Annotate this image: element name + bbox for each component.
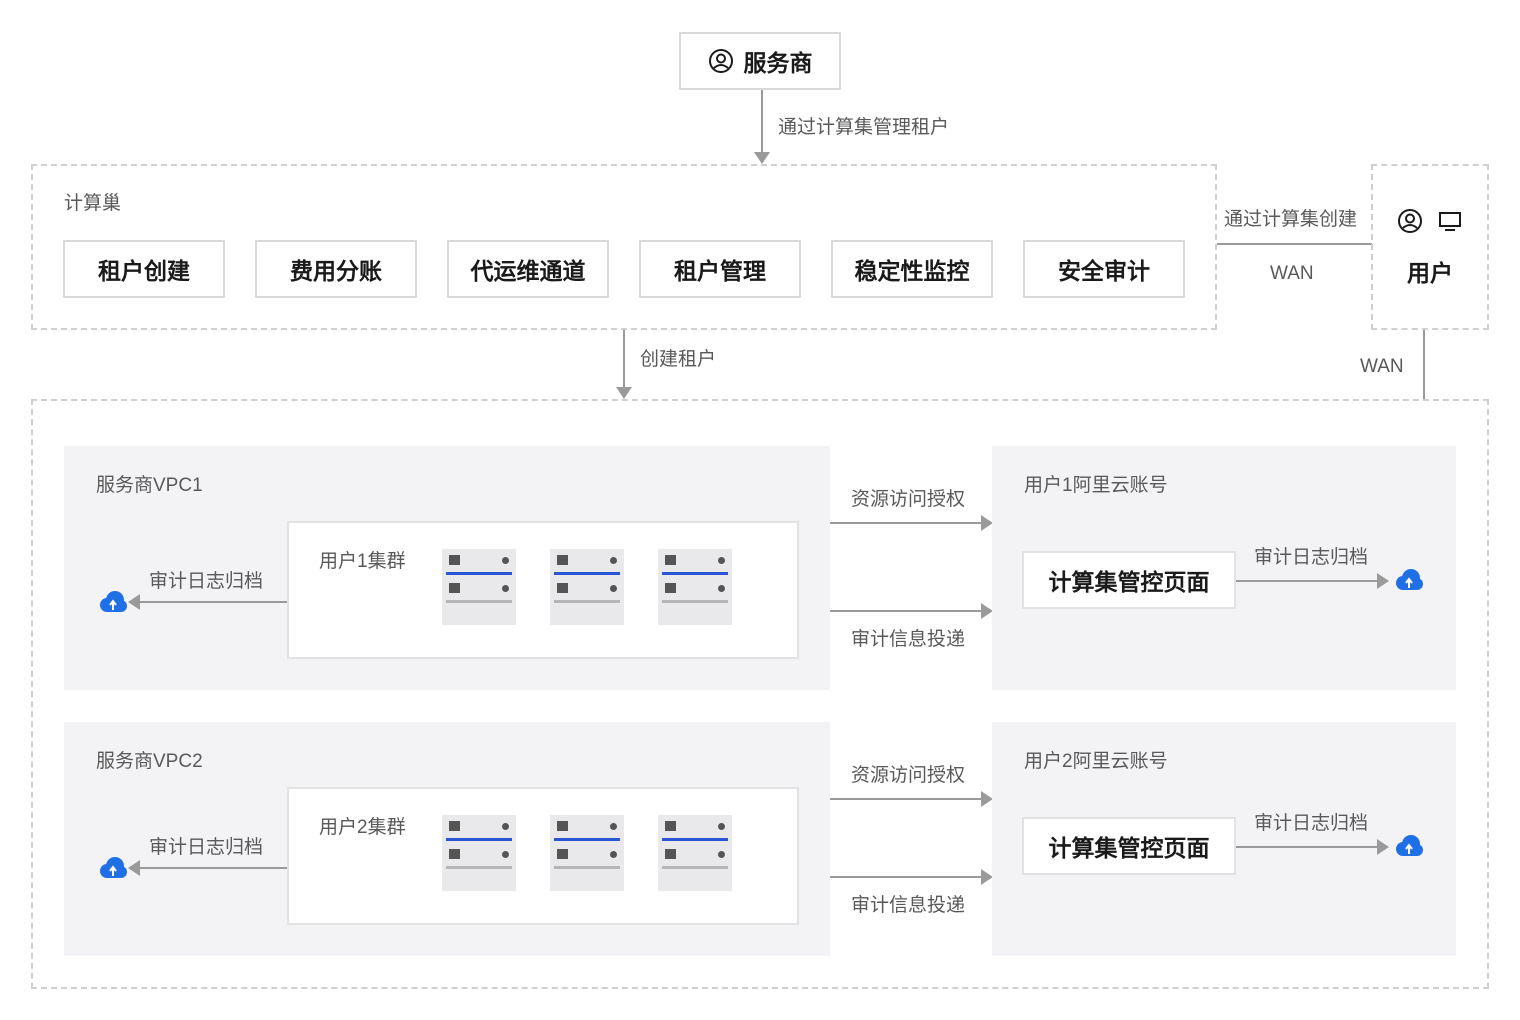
audit-archive-right-label: 审计日志归档 bbox=[1254, 547, 1369, 568]
audit-delivery-arrow bbox=[830, 610, 982, 612]
arrow-create-tenant bbox=[623, 330, 625, 388]
console-label: 计算集管控页面 bbox=[1048, 835, 1210, 861]
console-label: 计算集管控页面 bbox=[1048, 569, 1210, 595]
cloud-upload-icon bbox=[1394, 568, 1424, 592]
arrow-head-down bbox=[754, 152, 770, 164]
feature-label: 租户管理 bbox=[674, 258, 766, 284]
wan-label-vertical: WAN bbox=[1360, 356, 1404, 377]
audit-archive-right-arrow bbox=[1236, 846, 1378, 848]
resource-auth-label: 资源访问授权 bbox=[851, 489, 966, 510]
arrow-head-left bbox=[128, 860, 140, 876]
create-tenant-label: 创建租户 bbox=[640, 349, 717, 370]
user-box bbox=[1371, 164, 1489, 330]
server-icon bbox=[550, 549, 624, 625]
server-icon bbox=[550, 815, 624, 891]
console-page-box: 计算集管控页面 bbox=[1022, 817, 1236, 875]
feature-label: 租户创建 bbox=[98, 258, 190, 284]
console-page-box: 计算集管控页面 bbox=[1022, 551, 1236, 609]
audit-delivery-arrow bbox=[830, 876, 982, 878]
manage-tenants-label: 通过计算集管理租户 bbox=[778, 117, 950, 138]
audit-archive-left-arrow bbox=[138, 601, 287, 603]
create-via-nest-label: 通过计算集创建 bbox=[1224, 209, 1358, 230]
server-icon bbox=[442, 549, 516, 625]
cluster-label: 用户2集群 bbox=[319, 817, 406, 838]
monitor-icon bbox=[1438, 210, 1462, 232]
feature-stability-monitor: 稳定性监控 bbox=[831, 240, 993, 298]
provider-box: 服务商 bbox=[679, 32, 841, 90]
feature-label: 费用分账 bbox=[290, 258, 382, 284]
feature-label: 安全审计 bbox=[1058, 258, 1150, 284]
server-icon bbox=[658, 549, 732, 625]
arrow-head-right bbox=[1377, 573, 1389, 589]
audit-delivery-label: 审计信息投递 bbox=[851, 895, 966, 916]
feature-ops-channel: 代运维通道 bbox=[447, 240, 609, 298]
server-icon bbox=[658, 815, 732, 891]
audit-archive-right-label: 审计日志归档 bbox=[1254, 813, 1369, 834]
audit-archive-right-arrow bbox=[1236, 580, 1378, 582]
arrow-head-left bbox=[128, 594, 140, 610]
feature-billing-split: 费用分账 bbox=[255, 240, 417, 298]
feature-tenant-create: 租户创建 bbox=[63, 240, 225, 298]
provider-label: 服务商 bbox=[743, 50, 813, 76]
server-icon bbox=[442, 815, 516, 891]
account-label: 用户1阿里云账号 bbox=[1024, 475, 1168, 496]
cloud-upload-icon bbox=[98, 590, 128, 614]
audit-archive-left-arrow bbox=[138, 867, 287, 869]
user-label: 用户 bbox=[1407, 260, 1453, 286]
audit-delivery-label: 审计信息投递 bbox=[851, 629, 966, 650]
user-circle-icon bbox=[1397, 208, 1423, 234]
arrow-provider-to-nest bbox=[761, 90, 763, 154]
resource-auth-arrow bbox=[830, 522, 982, 524]
arrow-head-right bbox=[1377, 839, 1389, 855]
feature-security-audit: 安全审计 bbox=[1023, 240, 1185, 298]
wan-label-horizontal: WAN bbox=[1270, 263, 1314, 284]
user-circle-icon bbox=[708, 48, 734, 74]
audit-archive-left-label: 审计日志归档 bbox=[149, 571, 264, 592]
arrow-head-down bbox=[616, 387, 632, 399]
cloud-upload-icon bbox=[1394, 834, 1424, 858]
vpc-label: 服务商VPC2 bbox=[96, 751, 203, 772]
compute-nest-title: 计算巢 bbox=[64, 193, 122, 214]
vpc-label: 服务商VPC1 bbox=[96, 475, 203, 496]
account-label: 用户2阿里云账号 bbox=[1024, 751, 1168, 772]
wan-vertical-connector bbox=[1423, 330, 1425, 400]
cluster-label: 用户1集群 bbox=[319, 551, 406, 572]
feature-label: 稳定性监控 bbox=[854, 258, 970, 284]
nest-user-connector bbox=[1217, 243, 1372, 245]
resource-auth-label: 资源访问授权 bbox=[851, 765, 966, 786]
feature-tenant-manage: 租户管理 bbox=[639, 240, 801, 298]
audit-archive-left-label: 审计日志归档 bbox=[149, 837, 264, 858]
resource-auth-arrow bbox=[830, 798, 982, 800]
feature-label: 代运维通道 bbox=[470, 258, 586, 284]
cloud-upload-icon bbox=[98, 856, 128, 880]
